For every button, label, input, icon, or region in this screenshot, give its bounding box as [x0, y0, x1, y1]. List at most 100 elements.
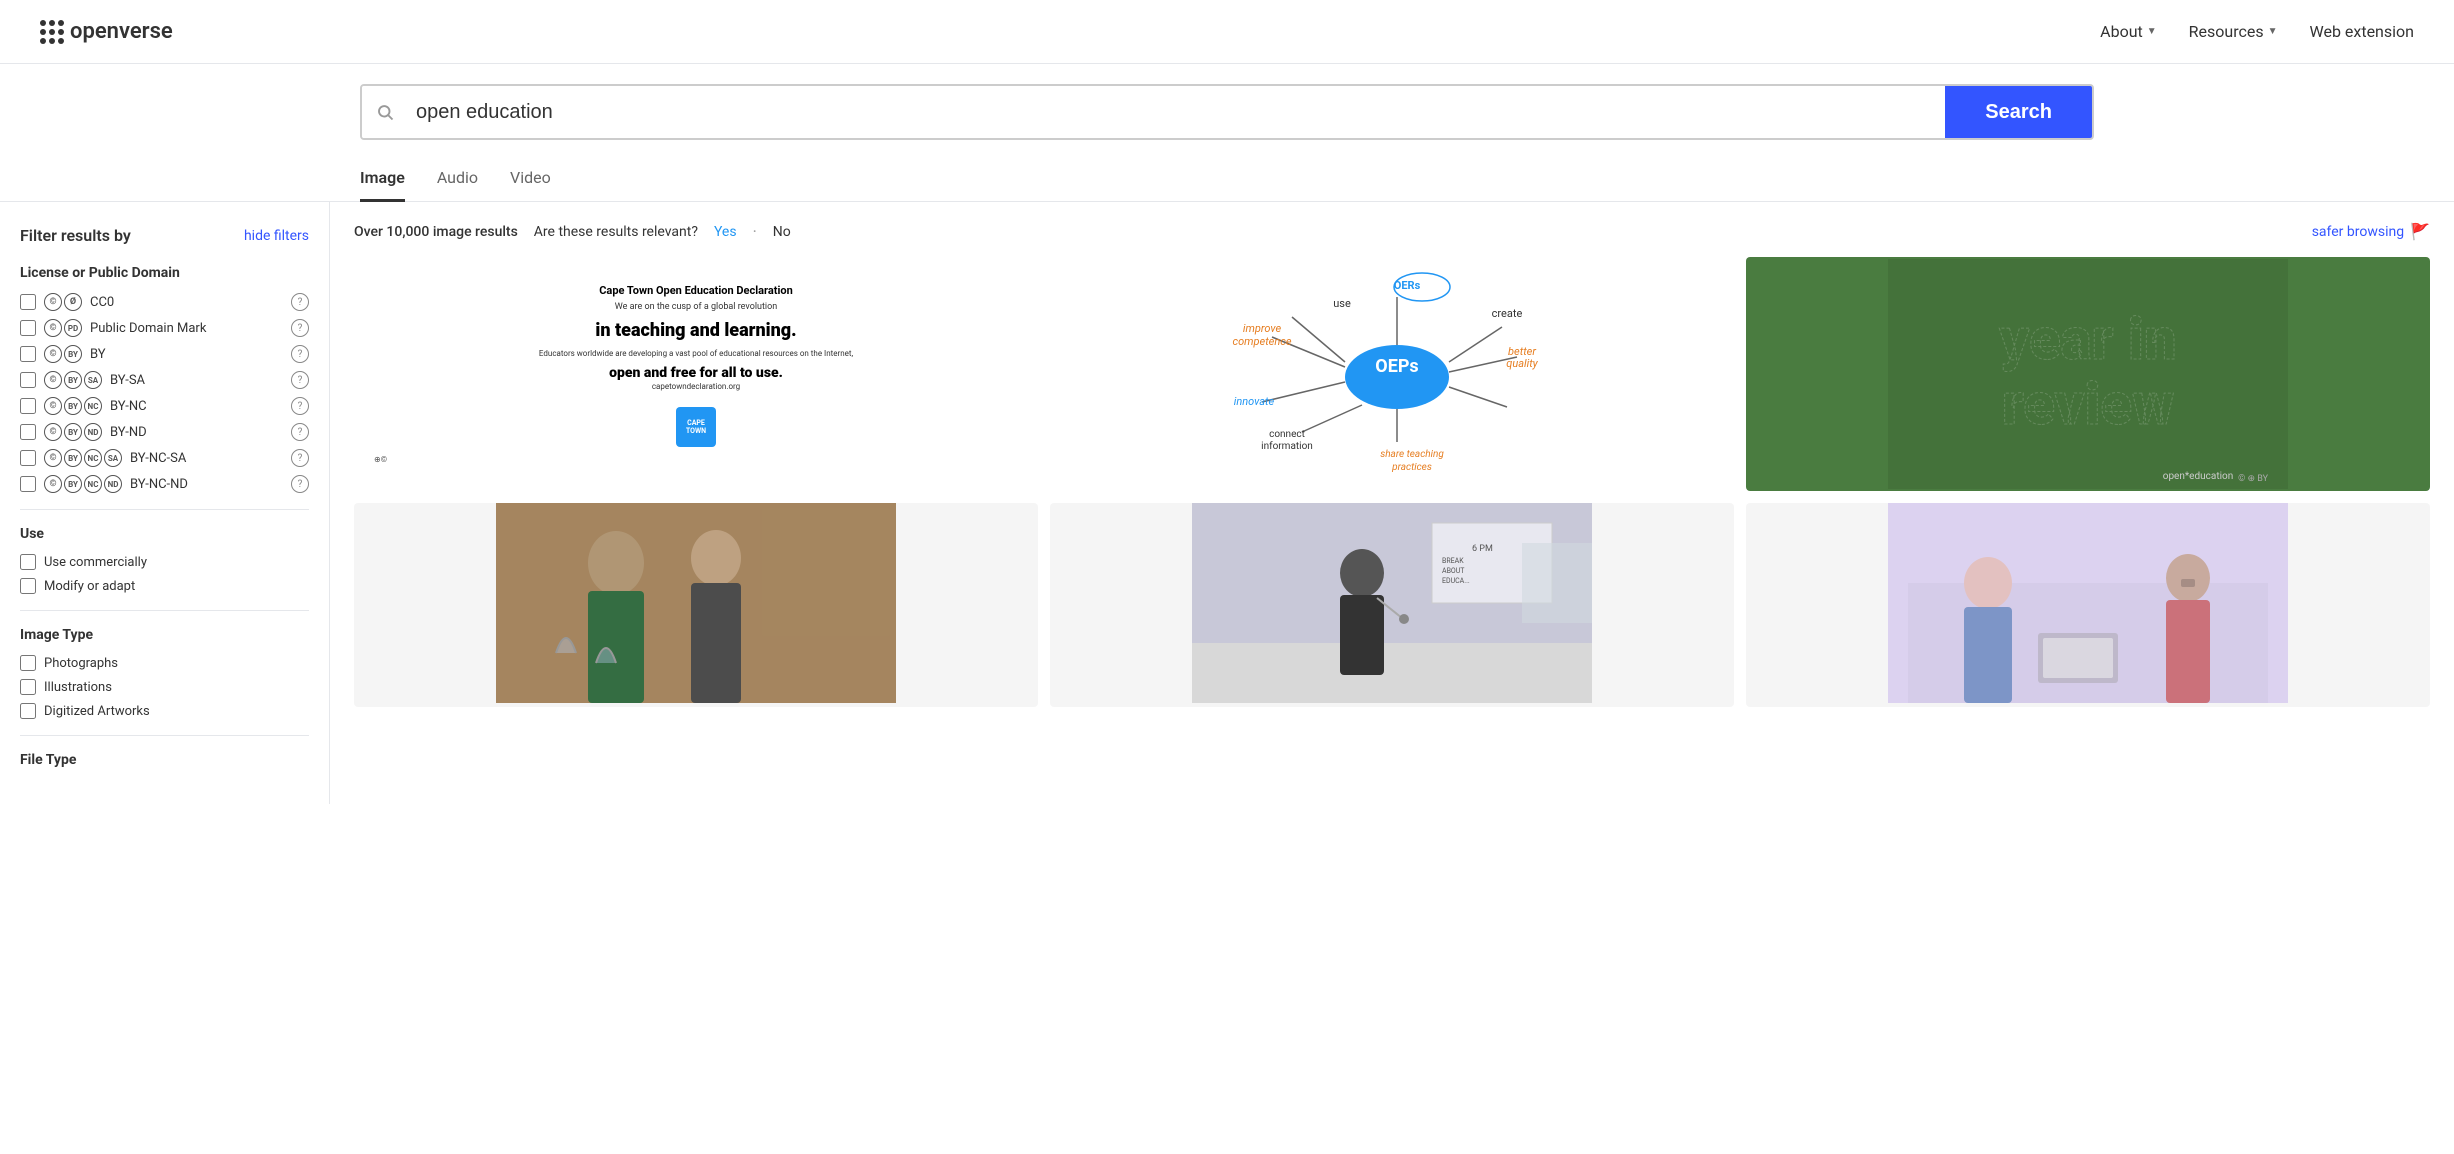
svg-text:quality: quality	[1506, 357, 1538, 370]
file-type-section-title: File Type	[20, 752, 309, 768]
bync-help-icon[interactable]: ?	[291, 397, 309, 415]
safer-browsing-button[interactable]: safer browsing 🚩	[2312, 222, 2430, 241]
nav-resources[interactable]: Resources ▼	[2189, 22, 2278, 41]
image-card-cape-town[interactable]: Cape Town Open Education Declaration We …	[354, 257, 1038, 491]
byncnd-help-icon[interactable]: ?	[291, 475, 309, 493]
cc-icon: ©	[44, 293, 62, 311]
license-filter-bynd: © BY ND BY-ND ?	[20, 423, 309, 441]
use-section-title: Use	[20, 526, 309, 542]
sa-icon: SA	[104, 449, 122, 467]
tab-audio[interactable]: Audio	[437, 156, 478, 202]
pdm-label: Public Domain Mark	[90, 321, 206, 336]
relevance-yes-button[interactable]: Yes	[714, 224, 737, 240]
search-bar: Search	[360, 84, 2094, 140]
byncsa-help-icon[interactable]: ?	[291, 449, 309, 467]
pdm-checkbox[interactable]	[20, 320, 36, 336]
cc-icon: ©	[44, 397, 62, 415]
image-card-workshop[interactable]	[1746, 503, 2430, 707]
bync-checkbox[interactable]	[20, 398, 36, 414]
image-grid-row2: 6 PM BREAK ABOUT EDUCA...	[354, 503, 2430, 707]
cc0-checkbox[interactable]	[20, 294, 36, 310]
byncnd-icons: © BY NC ND	[44, 475, 122, 493]
bynd-help-icon[interactable]: ?	[291, 423, 309, 441]
svg-text:BREAK: BREAK	[1442, 557, 1464, 565]
logo-area: openverse	[40, 19, 173, 44]
svg-text:use: use	[1333, 297, 1351, 310]
bysa-checkbox[interactable]	[20, 372, 36, 388]
by-icon: BY	[64, 345, 82, 363]
workshop-photo	[1746, 503, 2430, 703]
nav-web-extension[interactable]: Web extension	[2310, 22, 2414, 41]
chevron-down-icon: ▼	[2147, 26, 2157, 37]
byncsa-label: BY-NC-SA	[130, 451, 186, 466]
cc-icon: ©	[44, 423, 62, 441]
people-photo	[354, 503, 1038, 703]
license-filter-bysa: © BY SA BY-SA ?	[20, 371, 309, 389]
image-card-speaker[interactable]: 6 PM BREAK ABOUT EDUCA...	[1050, 503, 1734, 707]
illustrations-checkbox[interactable]	[20, 679, 36, 695]
search-area: Search	[0, 64, 2454, 140]
by-icon: BY	[64, 371, 82, 389]
image-card-oep[interactable]: OEPs improve competence use OERs	[1050, 257, 1734, 491]
by-help-icon[interactable]: ?	[291, 345, 309, 363]
cape-town-license: ⊕©	[374, 455, 1018, 464]
digitized-artworks-filter: Digitized Artworks	[20, 703, 309, 719]
pdm-icons: © PD	[44, 319, 82, 337]
hide-filters-button[interactable]: hide filters	[244, 228, 309, 244]
pdm-help-icon[interactable]: ?	[291, 319, 309, 337]
bysa-icons: © BY SA	[44, 371, 102, 389]
logo-text: openverse	[70, 19, 173, 44]
year-review-image: year in review open*education © ⊕ BY	[1746, 259, 2430, 489]
bynd-icons: © BY ND	[44, 423, 102, 441]
svg-text:EDUCA...: EDUCA...	[1442, 577, 1470, 585]
bynd-checkbox[interactable]	[20, 424, 36, 440]
search-button[interactable]: Search	[1945, 86, 2092, 138]
svg-text:OERs: OERs	[1394, 279, 1421, 292]
svg-text:OEPs: OEPs	[1375, 356, 1418, 377]
tab-image[interactable]: Image	[360, 156, 405, 202]
image-card-year-review[interactable]: year in review open*education © ⊕ BY	[1746, 257, 2430, 491]
commercial-checkbox[interactable]	[20, 554, 36, 570]
nc-icon: NC	[84, 397, 102, 415]
nav-about[interactable]: About ▼	[2100, 22, 2157, 41]
svg-text:open*education: open*education	[2163, 471, 2234, 482]
svg-text:© ⊕ BY: © ⊕ BY	[2238, 474, 2268, 484]
relevance-no-button[interactable]: No	[773, 224, 791, 240]
modify-checkbox[interactable]	[20, 578, 36, 594]
svg-text:create: create	[1492, 307, 1523, 320]
cc0-help-icon[interactable]: ?	[291, 293, 309, 311]
byncsa-checkbox[interactable]	[20, 450, 36, 466]
illustrations-filter: Illustrations	[20, 679, 309, 695]
main-nav: About ▼ Resources ▼ Web extension	[2100, 22, 2414, 41]
license-filter-cc0: © Ø CC0 ?	[20, 293, 309, 311]
photographs-checkbox[interactable]	[20, 655, 36, 671]
by-checkbox[interactable]	[20, 346, 36, 362]
digitized-artworks-checkbox[interactable]	[20, 703, 36, 719]
cape-town-main: in teaching and learning.	[374, 320, 1018, 342]
nc-icon: NC	[84, 449, 102, 467]
search-input[interactable]	[408, 86, 1945, 138]
commercial-label: Use commercially	[44, 555, 147, 570]
safer-browsing-label: safer browsing	[2312, 224, 2404, 240]
modify-label: Modify or adapt	[44, 579, 135, 594]
svg-text:competence: competence	[1233, 335, 1292, 348]
image-type-section-title: Image Type	[20, 627, 309, 643]
svg-text:innovate: innovate	[1234, 395, 1275, 408]
bysa-help-icon[interactable]: ?	[291, 371, 309, 389]
image-card-people[interactable]	[354, 503, 1038, 707]
svg-text:information: information	[1261, 440, 1313, 452]
photographs-label: Photographs	[44, 656, 118, 671]
tab-video[interactable]: Video	[510, 156, 551, 202]
byncnd-checkbox[interactable]	[20, 476, 36, 492]
by-label: BY	[90, 347, 106, 362]
nd-icon: ND	[104, 475, 122, 493]
cape-town-tagline: open and free for all to use.	[374, 365, 1018, 382]
bync-label: BY-NC	[110, 399, 147, 414]
chevron-down-icon: ▼	[2268, 26, 2278, 37]
by-icon: BY	[64, 475, 82, 493]
svg-text:ABOUT: ABOUT	[1442, 567, 1465, 575]
flag-icon: 🚩	[2410, 222, 2430, 241]
svg-text:6 PM: 6 PM	[1472, 544, 1493, 554]
logo-icon	[40, 20, 62, 44]
license-filter-by: © BY BY ?	[20, 345, 309, 363]
